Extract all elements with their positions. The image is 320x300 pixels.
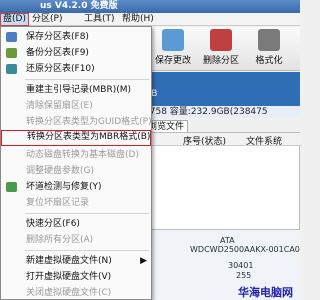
submenu-arrow-icon: ▶ [140, 256, 147, 266]
save-changes-button[interactable]: 保存更改 [152, 29, 194, 69]
menu-item-dynamic-to-basic: 动态磁盘转换为基本磁盘(D) [26, 150, 139, 160]
menu-item-quick-partition[interactable]: 快速分区(F6) [1, 216, 151, 232]
menu-item-clear-reserved-sectors: 清除保留扇区(E) [26, 101, 93, 111]
menu-item-restore-partition-table[interactable]: 还原分区表(F10) [1, 61, 151, 77]
interface-value: ATA [220, 236, 235, 245]
delete-partition-button[interactable]: 删除分区 [200, 29, 242, 69]
menu-item-delete-all-partitions: 删除所有分区(A) [26, 235, 94, 245]
menu-item-reset-bad-sectors: 复位坏扇区记录 [26, 198, 90, 208]
menu-item-backup-partition-table[interactable]: 备份分区表(F9) [1, 45, 151, 61]
menu-item-bad-sector-check[interactable]: 坏道检测与修复(Y) [1, 179, 151, 195]
column-filesystem[interactable]: 文件系统 [246, 134, 282, 147]
backup-icon [6, 48, 17, 58]
menu-item-adjust-disk-params: 调整硬盘参数(G) [26, 166, 94, 176]
table-header: 序号(状态) 文件系统 [131, 133, 301, 147]
menu-separator [25, 250, 149, 251]
cylinders-value: 30401 [228, 261, 254, 270]
menu-item-convert-to-mbr[interactable]: 转换分区表类型为MBR格式(B) [1, 130, 151, 146]
delete-icon [210, 29, 232, 51]
menu-item-save-partition-table[interactable]: 保存分区表(F8) [1, 29, 151, 45]
heads-value: 255 [236, 271, 252, 280]
menu-item-rebuild-mbr[interactable]: 重建主引导记录(MBR)(M) [1, 82, 151, 98]
model-value: WDCWD2500AAKX-001CA0 [190, 245, 300, 254]
watermark: 华海电脑网 [0, 280, 300, 300]
watermark-text: 华海电脑网 [238, 286, 293, 299]
save-table-icon [6, 32, 17, 42]
menu-partition[interactable]: 分区(P) [30, 13, 64, 26]
menu-tools[interactable]: 工具(T) [82, 13, 117, 26]
partition-table: 序号(状态) 文件系统 [130, 132, 301, 230]
menu-item-new-virtual-disk[interactable]: 新建虚拟硬盘文件(N) ▶ [1, 253, 151, 269]
menu-disk[interactable]: 盘(D) [0, 13, 29, 26]
menu-separator [25, 213, 149, 214]
menu-help[interactable]: 帮助(H) [120, 13, 156, 26]
format-button[interactable]: 格式化 [248, 29, 290, 69]
format-icon [258, 29, 280, 51]
menu-item-convert-to-guid: 转换分区表类型为GUID格式(P) [26, 117, 152, 127]
window-title: us V4.2.0 免费版 [40, 1, 118, 11]
disk-menu-dropdown: 保存分区表(F8) 备份分区表(F9) 还原分区表(F10) 重建主引导记录(M… [0, 26, 152, 300]
title-bar: us V4.2.0 免费版 [0, 0, 300, 13]
scan-icon [6, 182, 17, 192]
menu-separator [25, 79, 149, 80]
save-icon [162, 29, 184, 51]
restore-icon [6, 64, 17, 74]
column-index-status[interactable]: 序号(状态) [183, 134, 226, 147]
menu-bar: 盘(D) 分区(P) 工具(T) 帮助(H) [0, 13, 300, 26]
